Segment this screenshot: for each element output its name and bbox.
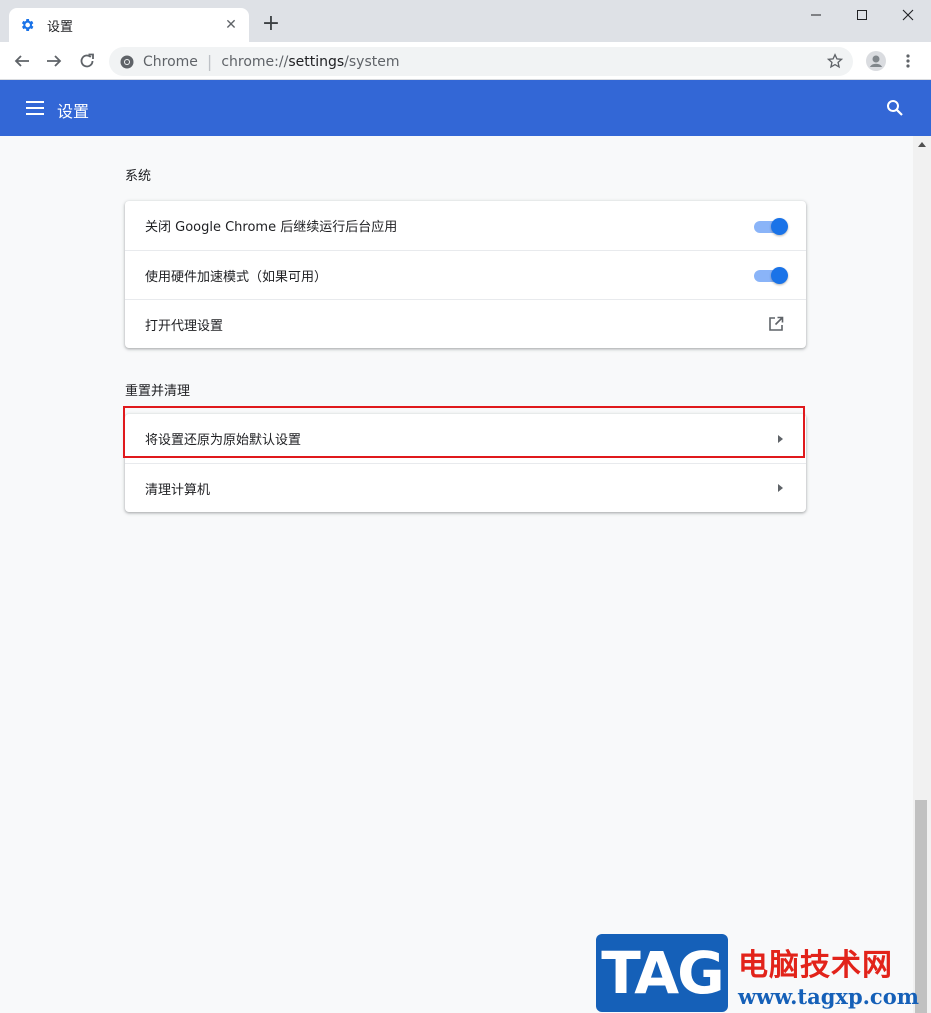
more-menu-icon[interactable] (895, 48, 921, 74)
setting-row-proxy[interactable]: 打开代理设置 (125, 299, 806, 348)
setting-label: 清理计算机 (145, 482, 211, 498)
url-text: chrome://settings/system (221, 53, 400, 70)
system-card: 关闭 Google Chrome 后继续运行后台应用 使用硬件加速模式（如果可用… (125, 201, 806, 348)
settings-content: 系统 关闭 Google Chrome 后继续运行后台应用 使用硬件加速模式（如… (0, 136, 913, 1013)
chrome-icon (120, 55, 134, 69)
watermark-site-name: 电脑技术网 (738, 948, 893, 983)
toggle-knob (771, 267, 788, 284)
settings-header: 设置 (0, 80, 931, 136)
profile-avatar-icon[interactable] (863, 48, 889, 74)
scrollbar[interactable] (913, 136, 931, 1013)
setting-row-background-apps[interactable]: 关闭 Google Chrome 后继续运行后台应用 (125, 201, 806, 250)
setting-row-cleanup-computer[interactable]: 清理计算机 (125, 463, 806, 512)
reload-icon[interactable] (74, 48, 100, 74)
page-title: 设置 (57, 102, 90, 121)
toggle-switch[interactable] (754, 217, 788, 235)
maximize-icon[interactable] (839, 0, 885, 30)
setting-label: 关闭 Google Chrome 后继续运行后台应用 (145, 220, 398, 235)
hamburger-menu-icon[interactable] (26, 100, 44, 115)
gear-icon (19, 17, 35, 33)
setting-label: 使用硬件加速模式（如果可用） (145, 269, 328, 285)
search-icon[interactable] (886, 99, 904, 121)
highlight-box (123, 406, 805, 458)
site-name: Chrome (143, 53, 198, 70)
scroll-up-arrow-icon[interactable] (918, 142, 926, 147)
setting-label: 打开代理设置 (145, 318, 224, 334)
close-icon[interactable]: ✕ (223, 17, 239, 33)
section-title-reset: 重置并清理 (125, 384, 191, 399)
browser-toolbar: Chrome | chrome://settings/system (0, 42, 931, 80)
url-separator: | (206, 52, 213, 71)
back-icon[interactable] (9, 48, 35, 74)
open-in-new-icon[interactable] (768, 316, 784, 332)
arrow-right-icon (778, 484, 783, 492)
title-bar: 设置 ✕ + (0, 0, 931, 42)
watermark-logo: TAG (596, 934, 728, 1012)
close-window-icon[interactable] (885, 0, 931, 30)
address-bar[interactable]: Chrome | chrome://settings/system (109, 47, 853, 76)
toggle-switch[interactable] (754, 267, 788, 284)
new-tab-button[interactable]: + (260, 13, 282, 35)
watermark-url: www.tagxp.com (738, 984, 919, 1009)
forward-icon[interactable] (41, 48, 67, 74)
scrollbar-thumb[interactable] (915, 800, 927, 1013)
tab-title: 设置 (47, 19, 74, 35)
section-title-system: 系统 (125, 169, 152, 184)
minimize-icon[interactable] (793, 0, 839, 30)
setting-row-hardware-acceleration[interactable]: 使用硬件加速模式（如果可用） (125, 250, 806, 299)
toggle-knob (771, 217, 788, 235)
tab-settings[interactable]: 设置 ✕ (9, 8, 249, 42)
bookmark-star-icon[interactable] (827, 53, 843, 69)
